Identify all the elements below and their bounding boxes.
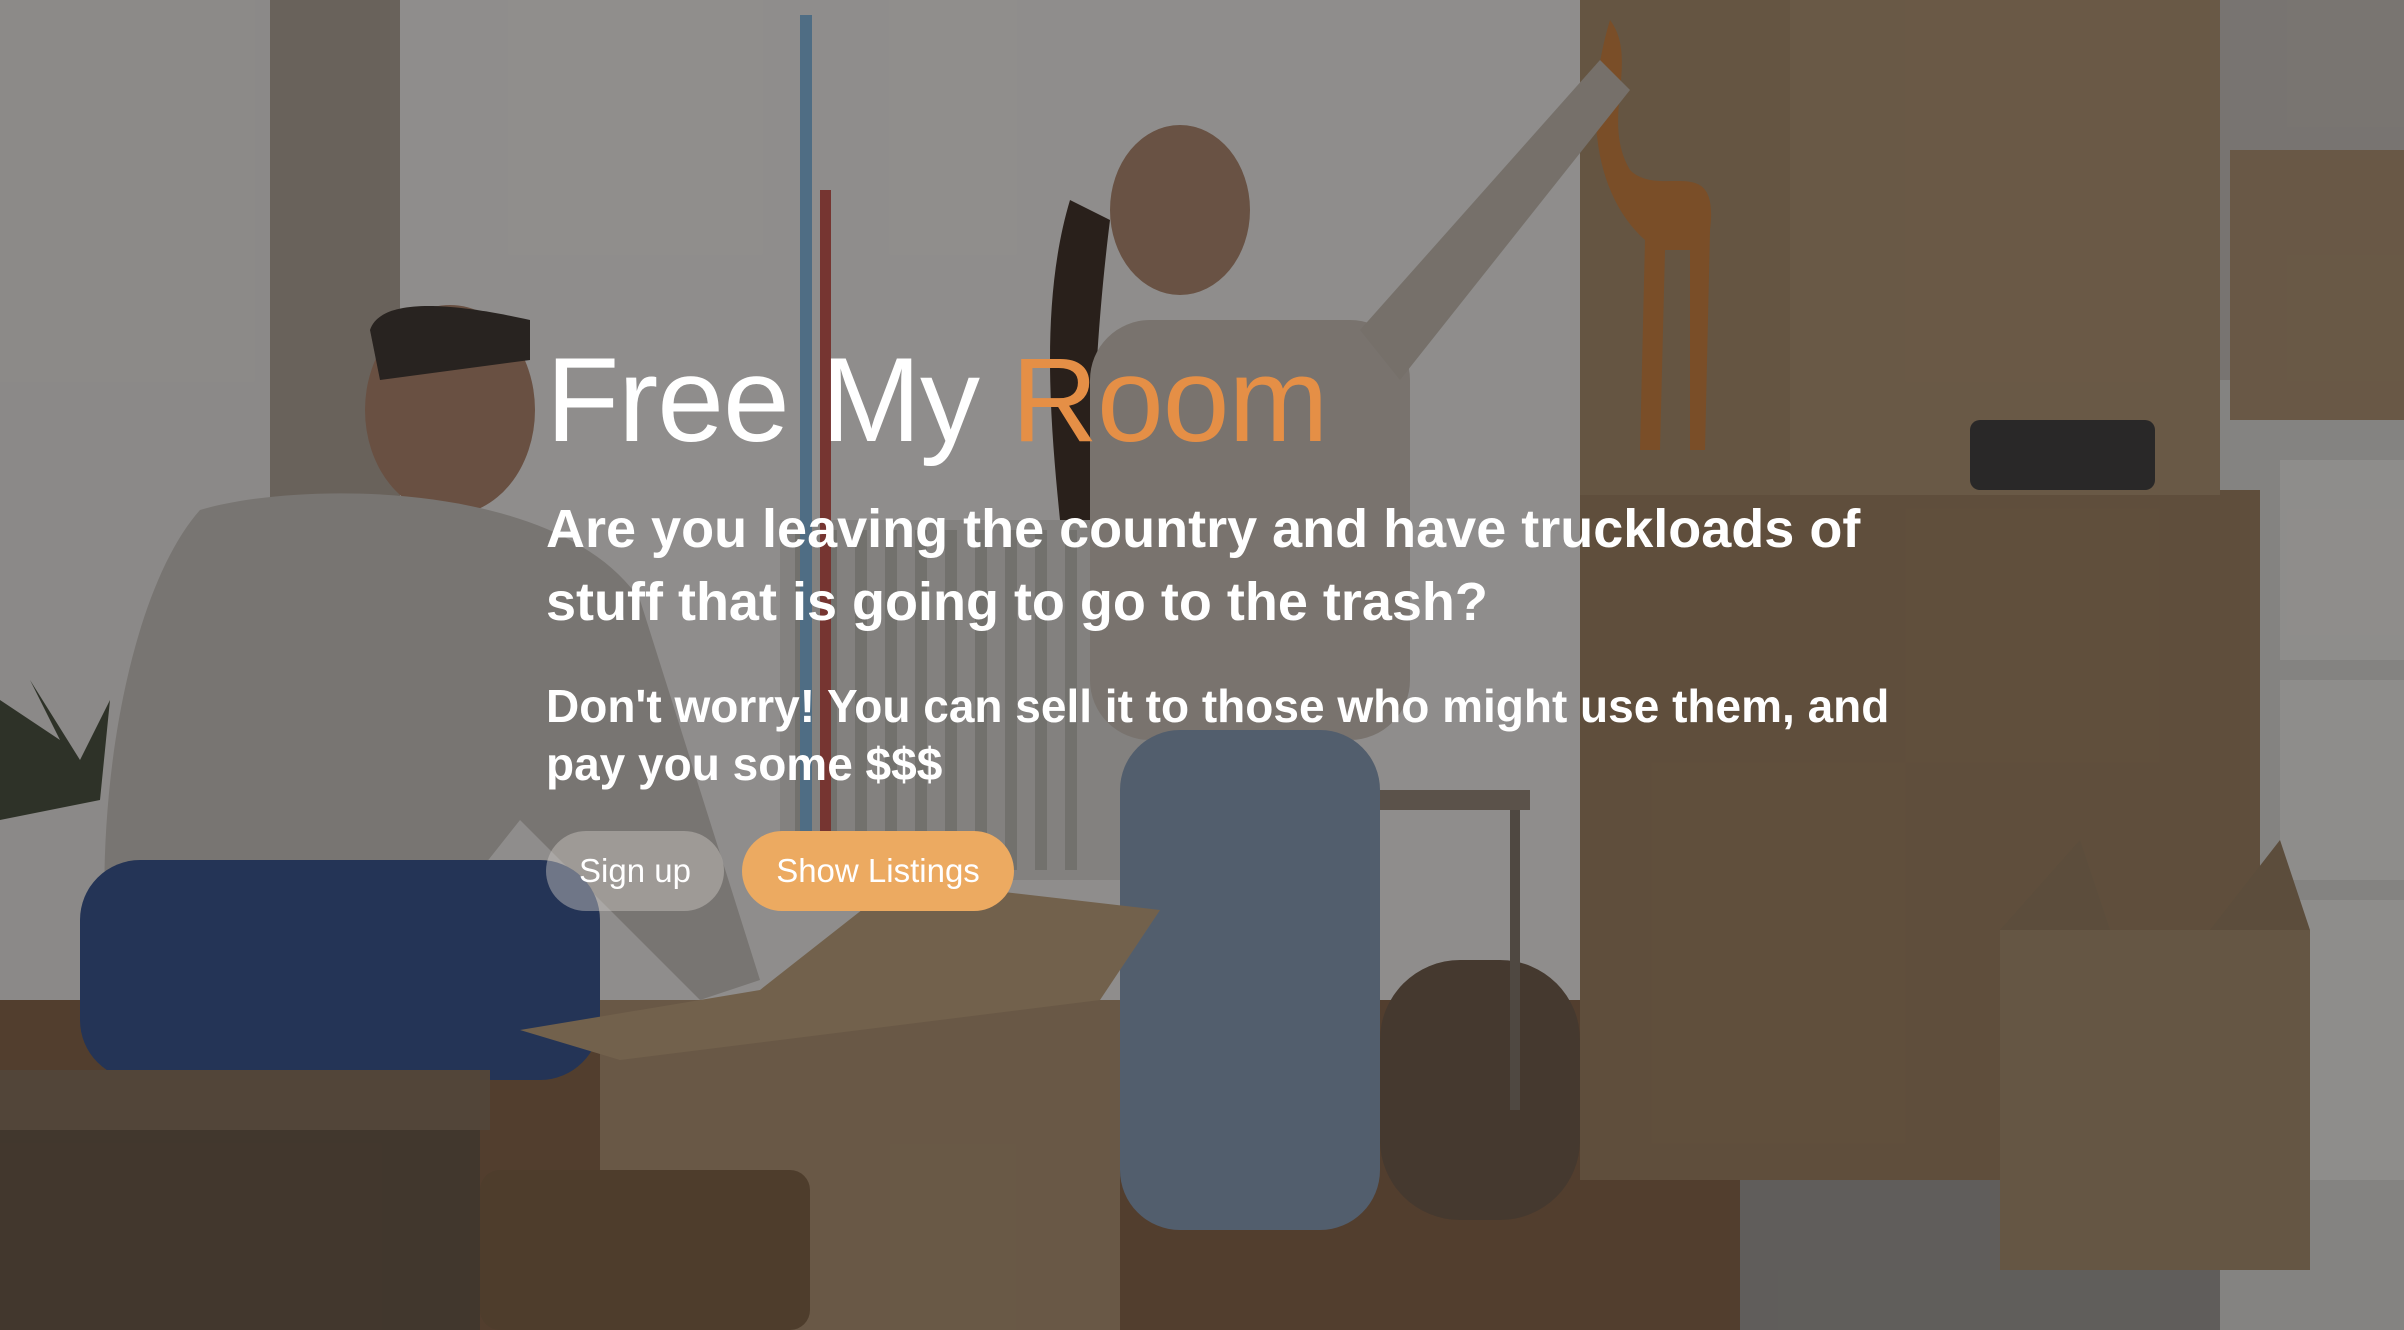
signup-button[interactable]: Sign up [546,831,724,911]
hero-lead-text: Are you leaving the country and have tru… [546,499,1861,632]
hero-section: Free My Room Are you leaving the country… [0,0,2404,1330]
show-listings-button[interactable]: Show Listings [742,831,1014,911]
hero-title-accent: Room [1011,333,1328,467]
hero-content: Free My Room Are you leaving the country… [546,325,1946,911]
hero-sub-text: Don't worry! You can sell it to those wh… [546,680,1890,790]
hero-title-main: Free My [546,333,1012,467]
hero-title: Free My Room [546,325,1946,475]
hero-actions: Sign up Show Listings [546,831,1946,911]
